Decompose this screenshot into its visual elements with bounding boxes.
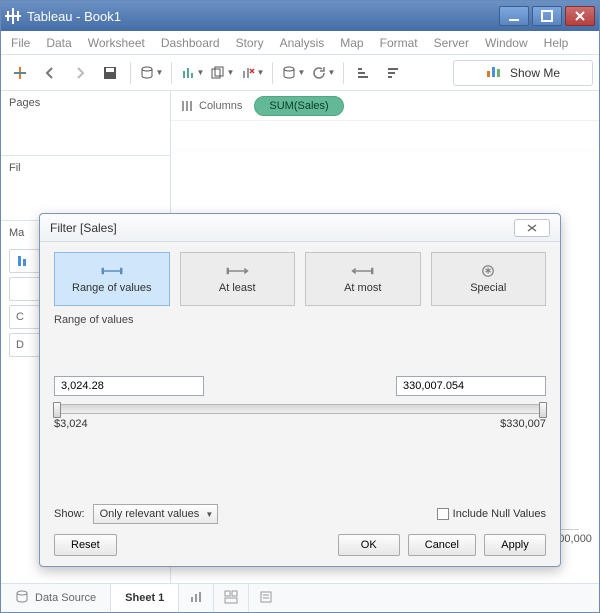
sort-desc-button[interactable] (381, 60, 407, 86)
menu-server[interactable]: Server (434, 36, 469, 50)
menu-worksheet[interactable]: Worksheet (88, 36, 145, 50)
toolbar-separator (171, 62, 172, 84)
save-button[interactable] (97, 60, 123, 86)
svg-text:✱: ✱ (485, 267, 492, 276)
refresh-button[interactable]: ▼ (310, 60, 336, 86)
slider-max-label: $330,007 (500, 418, 546, 430)
sort-asc-button[interactable] (351, 60, 377, 86)
slider-handle-min[interactable] (53, 402, 61, 418)
menu-window[interactable]: Window (485, 36, 528, 50)
data-source-icon (15, 590, 29, 607)
window-title: Tableau - Book1 (27, 9, 496, 24)
pages-panel[interactable] (1, 115, 170, 155)
menubar: File Data Worksheet Dashboard Story Anal… (1, 31, 599, 55)
checkbox-icon (437, 508, 449, 520)
menu-format[interactable]: Format (380, 36, 418, 50)
menu-file[interactable]: File (11, 36, 30, 50)
slider-labels: $3,024 $330,007 (54, 418, 546, 430)
new-story-button[interactable] (249, 584, 283, 612)
menu-dashboard[interactable]: Dashboard (161, 36, 220, 50)
app-window: Tableau - Book1 File Data Worksheet Dash… (0, 0, 600, 613)
minimize-button[interactable] (499, 6, 529, 26)
show-me-label: Show Me (510, 66, 560, 80)
dialog-close-button[interactable] (514, 219, 550, 237)
filter-type-atmost[interactable]: At most (305, 252, 421, 306)
menu-data[interactable]: Data (46, 36, 71, 50)
atleast-icon (225, 264, 249, 278)
new-sheet-button[interactable]: ▼ (179, 60, 205, 86)
menu-analysis[interactable]: Analysis (280, 36, 325, 50)
duplicate-button[interactable]: ▼ (209, 60, 235, 86)
menu-story[interactable]: Story (236, 36, 264, 50)
tab-sheet1[interactable]: Sheet 1 (111, 584, 179, 612)
filter-type-range[interactable]: Range of values (54, 252, 170, 306)
swap-button[interactable]: ▼ (280, 60, 306, 86)
maximize-button[interactable] (532, 6, 562, 26)
slider-handle-max[interactable] (539, 402, 547, 418)
new-worksheet-icon (189, 590, 203, 607)
show-me-icon (486, 64, 502, 81)
menu-map[interactable]: Map (340, 36, 363, 50)
columns-shelf-label: Columns (181, 100, 242, 112)
special-icon: ✱ (476, 264, 500, 278)
toolbar-separator (130, 62, 131, 84)
range-icon (100, 264, 124, 278)
show-select[interactable]: Only relevant values (93, 504, 219, 524)
filter-type-special[interactable]: ✱ Special (431, 252, 547, 306)
toolbar: ▼ ▼ ▼ ▼ ▼ ▼ Show Me (1, 55, 599, 91)
main-content: Pages Fil Ma C D Columns SUM(Sales) (1, 91, 599, 584)
show-me-button[interactable]: Show Me (453, 60, 593, 86)
forward-button[interactable] (67, 60, 93, 86)
dialog-title: Filter [Sales] (50, 221, 117, 235)
filters-panel-header: Fil (1, 155, 170, 180)
toolbar-separator (272, 62, 273, 84)
filter-type-atleast[interactable]: At least (180, 252, 296, 306)
columns-shelf[interactable]: Columns SUM(Sales) (171, 91, 599, 121)
range-max-input[interactable] (396, 376, 546, 396)
range-slider[interactable] (54, 404, 546, 414)
columns-pill-sum-sales[interactable]: SUM(Sales) (254, 96, 343, 116)
new-dashboard-button[interactable] (214, 584, 249, 612)
pages-panel-header: Pages (1, 91, 170, 115)
range-inputs (54, 376, 546, 396)
tableau-logo-icon[interactable] (7, 60, 33, 86)
titlebar[interactable]: Tableau - Book1 (1, 1, 599, 31)
cancel-button[interactable]: Cancel (408, 534, 476, 556)
include-null-checkbox[interactable]: Include Null Values (437, 508, 546, 520)
range-section-label: Range of values (54, 314, 546, 326)
dialog-button-row: Reset OK Cancel Apply (54, 534, 546, 556)
close-button[interactable] (565, 6, 595, 26)
clear-button[interactable]: ▼ (239, 60, 265, 86)
ok-button[interactable]: OK (338, 534, 400, 556)
menu-help[interactable]: Help (544, 36, 569, 50)
reset-button[interactable]: Reset (54, 534, 117, 556)
data-source-button[interactable]: ▼ (138, 60, 164, 86)
rows-shelf-blurred (171, 121, 599, 151)
show-row: Show: Only relevant values Include Null … (54, 504, 546, 524)
show-label: Show: (54, 508, 85, 520)
slider-min-label: $3,024 (54, 418, 88, 430)
atmost-icon (351, 264, 375, 278)
new-story-icon (259, 590, 273, 607)
back-button[interactable] (37, 60, 63, 86)
sheet-tabs: Data Source Sheet 1 (1, 584, 599, 612)
new-dashboard-icon (224, 590, 238, 607)
filter-dialog: Filter [Sales] Range of values At least (39, 213, 561, 567)
app-icon (5, 8, 21, 24)
range-min-input[interactable] (54, 376, 204, 396)
filter-type-row: Range of values At least At most ✱ Speci… (54, 252, 546, 306)
dialog-titlebar[interactable]: Filter [Sales] (40, 214, 560, 242)
apply-button[interactable]: Apply (484, 534, 546, 556)
dialog-body: Range of values At least At most ✱ Speci… (40, 242, 560, 566)
toolbar-separator (343, 62, 344, 84)
tab-data-source[interactable]: Data Source (1, 584, 111, 612)
new-worksheet-button[interactable] (179, 584, 214, 612)
